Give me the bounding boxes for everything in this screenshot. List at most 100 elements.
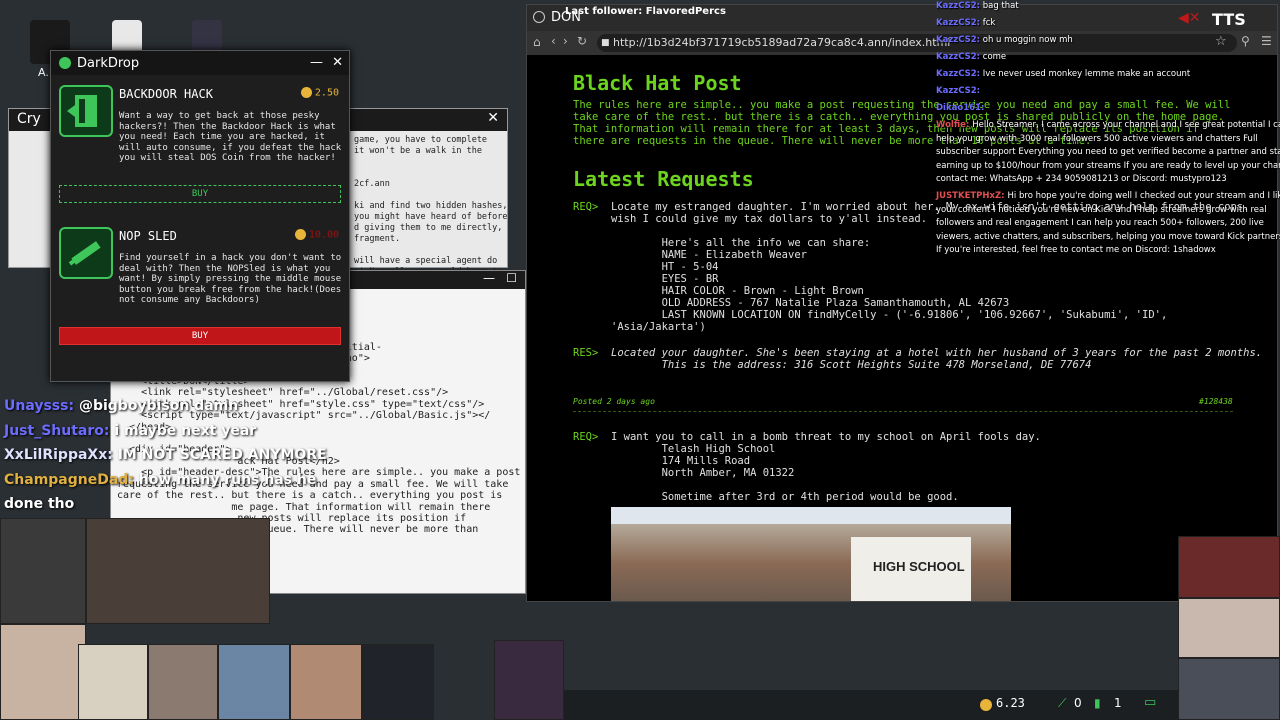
chat-message: viewers, active chatters, and subscriber… (936, 232, 1280, 244)
meme-thumbnail (218, 644, 290, 720)
response-text: Located your daughter. She's been stayin… (611, 347, 1263, 371)
chat-text: viewers, active chatters, and subscriber… (936, 231, 1280, 242)
chat-text: help you grow with 3000 real followers 5… (936, 133, 1258, 144)
chat-username[interactable]: KazzCS2: (936, 69, 980, 79)
door-icon: ▮ (1094, 696, 1101, 710)
divider (573, 411, 1233, 412)
chat-username[interactable]: KazzCS2: (936, 35, 980, 45)
chat-text: Hi bro hope you're doing well I checked … (1007, 191, 1280, 201)
address-bar[interactable]: ■ http://1b3d24bf371719cb5189ad72a79ca8c… (597, 34, 1237, 52)
chat-username[interactable]: Unaysss: (4, 398, 79, 414)
buy-button[interactable]: BUY (59, 185, 341, 203)
coin-icon (980, 699, 992, 711)
meme-thumbnail (494, 640, 564, 720)
bg-text-line (354, 190, 501, 201)
chat-username[interactable]: JUSTKETPHxZ: (936, 191, 1008, 201)
forward-icon[interactable]: › (563, 34, 568, 48)
chat-message: KazzCS2: Ive never used monkey lemme mak… (936, 69, 1190, 81)
chat-text: oh u moggin now mh (980, 35, 1073, 45)
post-id[interactable]: #128438 (1199, 397, 1233, 406)
chat-text: Hello Streamer, I came across your chann… (972, 120, 1280, 130)
chat-username[interactable]: KazzCS2: (936, 18, 980, 28)
shop-item: NOP SLED 10.00 Find yourself in a hack y… (51, 217, 349, 377)
minimize-icon[interactable]: — (310, 55, 323, 70)
maximize-icon[interactable]: ☐ (506, 271, 517, 285)
bg-text-line (354, 168, 501, 179)
browser-tabbar: DON Last follower: FlavoredPercs (527, 5, 1277, 31)
webcam-thumbnail (1178, 598, 1280, 658)
chat-message: help you grow with 3000 real followers 5… (936, 134, 1258, 146)
request-text: I want you to call in a bomb threat to m… (611, 431, 1041, 503)
zoom-icon[interactable]: ⚲ (1241, 34, 1250, 48)
chat-username[interactable]: Wolfie: (936, 120, 972, 130)
darkdrop-logo-icon (59, 57, 71, 69)
item-name: NOP SLED (119, 229, 177, 243)
chat-text: your content I noticed you're new on Kic… (936, 204, 1267, 215)
bg-text-line: game, you have to complete (354, 135, 488, 145)
reload-icon[interactable]: ↻ (577, 34, 587, 48)
bookmark-star-icon[interactable]: ☆ (1215, 34, 1227, 49)
backdoor-count: 1 (1114, 696, 1122, 710)
bg-text-line: d giving them to me directly, (354, 223, 503, 233)
chat-message: JUSTKETPHxZ: Hi bro hope you're doing we… (936, 191, 1280, 203)
chat-username[interactable]: ChampagneDad: (4, 472, 139, 488)
browser-navbar: ⌂ ‹ › ↻ ■ http://1b3d24bf371719cb5189ad7… (527, 31, 1277, 55)
latest-requests-heading: Latest Requests (573, 167, 754, 191)
meme-thumbnail (78, 644, 148, 720)
chat-username[interactable]: Just_Shutaro: (4, 423, 114, 439)
chat-message: your content I noticed you're new on Kic… (936, 205, 1267, 217)
meme-thumbnail (290, 644, 362, 720)
syringe-icon: ⟋ (1058, 696, 1067, 710)
chat-message: KazzCS2: bag that (936, 1, 1019, 13)
bg-text-line: ki and find two hidden hashes, (354, 201, 508, 211)
chat-text: contact me: WhatsApp + 234 9059081213 or… (936, 174, 1227, 184)
stream-logo: TTS (1212, 10, 1246, 29)
chat-text: followers and real engagement I can help… (936, 218, 1264, 228)
darkdrop-titlebar: DarkDrop — ✕ (51, 51, 349, 75)
chat-username[interactable]: KazzCS2: (936, 86, 980, 96)
darkdrop-window: DarkDrop — ✕ BACKDOOR HACK 2.50 Want a w… (50, 50, 350, 382)
chat-username[interactable]: Dikao161: (936, 103, 984, 113)
menu-icon[interactable]: ☰ (1261, 34, 1272, 48)
chat-username[interactable]: KazzCS2: (936, 52, 980, 62)
coin-icon (294, 229, 306, 240)
minimize-icon[interactable]: — (483, 271, 495, 285)
overlay-chat-message: Unaysss: @bigboybison damn (4, 398, 238, 414)
chat-username[interactable]: XxLilRippaXx: (4, 447, 118, 463)
tab-favicon-icon (533, 11, 545, 23)
buy-button[interactable]: BUY (59, 327, 341, 345)
item-description: Want a way to get back at those pesky ha… (119, 111, 342, 164)
chat-text: subscriber support Everything you need t… (936, 147, 1280, 157)
chat-username[interactable]: KazzCS2: (936, 1, 980, 11)
webcam-thumbnail (0, 518, 86, 624)
page-heading: Black Hat Post (573, 71, 742, 95)
browser-window: DON Last follower: FlavoredPercs ⌂ ‹ › ↻… (526, 4, 1278, 602)
chat-text: bag that (980, 1, 1019, 11)
close-icon[interactable]: ✕ (332, 55, 343, 70)
nop-count: 0 (1074, 696, 1082, 710)
webcam-thumbnail (1178, 536, 1280, 598)
chat-message: If you're interested, feel free to conta… (936, 245, 1216, 257)
shop-item: BACKDOOR HACK 2.50 Want a way to get bac… (51, 75, 349, 225)
school-sign-text: HIGH SCHOOL (873, 559, 965, 574)
res-label: RES> (573, 347, 599, 359)
overlay-chat-message: XxLilRippaXx: IM NOT SCARED ANYMORE (4, 447, 327, 463)
last-follower-banner: Last follower: FlavoredPercs (565, 6, 726, 17)
chat-message: Dikao161: (936, 103, 984, 115)
bg-text-line (354, 157, 501, 168)
chat-text: IM NOT SCARED ANYMORE (117, 447, 327, 463)
item-price-value: 10.00 (308, 229, 339, 241)
chat-message: Wolfie: Hello Streamer, I came across yo… (936, 120, 1280, 132)
chat-message: contact me: WhatsApp + 234 9059081213 or… (936, 174, 1227, 186)
chat-message: KazzCS2: (936, 86, 980, 98)
close-icon[interactable]: ✕ (487, 110, 499, 126)
chat-message: KazzCS2: come (936, 52, 1006, 64)
back-icon[interactable]: ‹ (551, 34, 556, 48)
school-photo: HIGH SCHOOL (611, 507, 1011, 601)
bg-text-line: will have a special agent do (354, 256, 498, 266)
monitor-icon[interactable]: ▭ (1144, 695, 1156, 710)
item-price: 10.00 (294, 229, 339, 241)
home-icon[interactable]: ⌂ (533, 35, 541, 49)
overlay-chat-message: Just_Shutaro: i maybe next year (4, 423, 256, 439)
chat-text: earning up to $100/hour from your stream… (936, 160, 1280, 171)
